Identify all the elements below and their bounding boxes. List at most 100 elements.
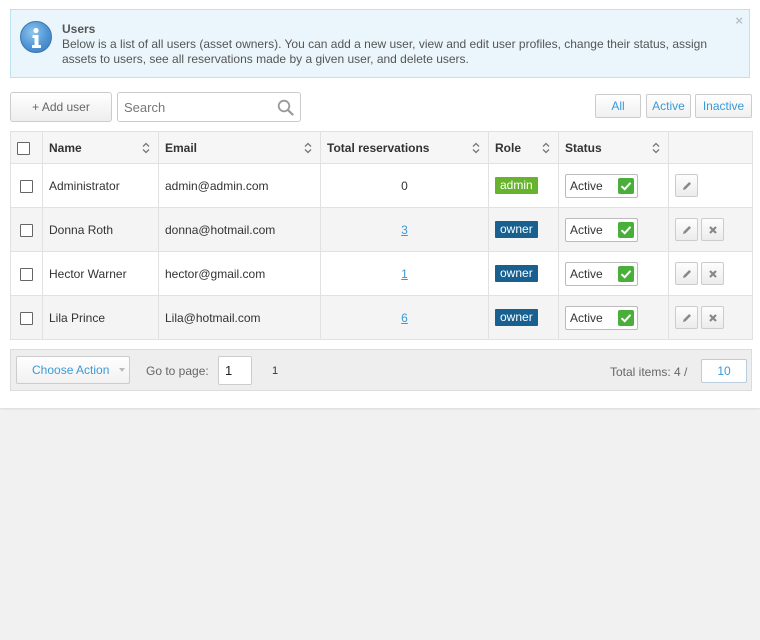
reservations-cell: 3 (320, 207, 489, 252)
row-checkbox[interactable] (20, 223, 33, 237)
user-email: hector@gmail.com (158, 251, 321, 296)
choose-action-dropdown[interactable]: Choose Action (16, 356, 130, 384)
pencil-icon (683, 270, 691, 278)
search-box (117, 92, 301, 122)
role-badge: admin (495, 177, 538, 194)
filter-all-button[interactable]: All (595, 94, 641, 118)
status-label: Active (570, 266, 603, 281)
column-header-reservations[interactable]: Total reservations (320, 131, 489, 164)
pencil-icon (683, 226, 691, 234)
status-cell: Active (558, 207, 669, 252)
total-items-label: Total items: 4 / (610, 365, 688, 379)
select-all-checkbox[interactable] (17, 141, 30, 155)
search-icon[interactable] (277, 99, 294, 119)
user-reservations: 0 (320, 163, 489, 208)
close-icon (709, 270, 717, 278)
role-badge: owner (495, 309, 538, 326)
info-icon (20, 21, 52, 53)
edit-button[interactable] (675, 306, 698, 329)
row-select-cell (10, 163, 43, 208)
user-name: Lila Prince (42, 295, 159, 340)
check-icon (618, 177, 634, 194)
table-row: Hector Warner hector@gmail.com 1 owner A… (10, 251, 753, 296)
column-header-label: Name (49, 140, 82, 155)
per-page-select[interactable]: 10 (701, 359, 747, 383)
status-cell: Active (558, 295, 669, 340)
status-cell: Active (558, 163, 669, 208)
sort-icon (304, 142, 312, 154)
row-checkbox[interactable] (20, 179, 33, 193)
reservations-link[interactable]: 3 (401, 223, 408, 237)
reservations-link[interactable]: 6 (401, 311, 408, 325)
edit-button[interactable] (675, 174, 698, 197)
info-text: Below is a list of all users (asset owne… (62, 37, 708, 66)
table-footer: Choose Action Go to page: 1 Total items:… (10, 349, 752, 391)
role-cell: admin (488, 163, 559, 208)
search-input[interactable] (118, 93, 268, 121)
role-cell: owner (488, 295, 559, 340)
user-email: admin@admin.com (158, 163, 321, 208)
role-badge: owner (495, 265, 538, 282)
goto-page-label: Go to page: (146, 364, 209, 378)
user-name: Administrator (42, 163, 159, 208)
sort-icon (652, 142, 660, 154)
edit-button[interactable] (675, 218, 698, 241)
reservations-cell: 1 (320, 251, 489, 296)
actions-cell (668, 295, 753, 340)
status-select[interactable]: Active (565, 173, 638, 198)
column-header-label: Role (495, 140, 522, 155)
column-header-email[interactable]: Email (158, 131, 321, 164)
table-row: Donna Roth donna@hotmail.com 3 owner Act… (10, 207, 753, 252)
filter-active-button[interactable]: Active (646, 94, 691, 118)
info-box: Users Below is a list of all users (asse… (10, 9, 750, 78)
user-name: Donna Roth (42, 207, 159, 252)
delete-button[interactable] (701, 306, 724, 329)
delete-button[interactable] (701, 262, 724, 285)
status-select[interactable]: Active (565, 217, 638, 242)
role-cell: owner (488, 251, 559, 296)
caret-down-icon (119, 368, 125, 372)
page-link[interactable]: 1 (272, 365, 278, 377)
row-select-cell (10, 251, 43, 296)
goto-page-input[interactable] (218, 356, 252, 385)
edit-button[interactable] (675, 262, 698, 285)
column-header-status[interactable]: Status (558, 131, 669, 164)
reservations-cell: 6 (320, 295, 489, 340)
status-select[interactable]: Active (565, 305, 638, 330)
reservations-link[interactable]: 1 (401, 267, 408, 281)
role-badge: owner (495, 221, 538, 238)
pencil-icon (683, 314, 691, 322)
row-select-cell (10, 207, 43, 252)
sort-icon (472, 142, 480, 154)
check-icon (618, 221, 634, 238)
check-icon (618, 309, 634, 326)
row-checkbox[interactable] (20, 311, 33, 325)
row-select-cell (10, 295, 43, 340)
delete-button[interactable] (701, 218, 724, 241)
select-all-header (10, 131, 43, 164)
row-checkbox[interactable] (20, 267, 33, 281)
table-row: Lila Prince Lila@hotmail.com 6 owner Act… (10, 295, 753, 340)
filter-inactive-button[interactable]: Inactive (695, 94, 752, 118)
close-icon[interactable]: × (735, 14, 743, 28)
status-label: Active (570, 310, 603, 325)
column-header-actions (668, 131, 753, 164)
actions-cell (668, 163, 753, 208)
close-icon (709, 314, 717, 322)
status-label: Active (570, 178, 603, 193)
info-title: Users (62, 22, 96, 36)
status-label: Active (570, 222, 603, 237)
actions-cell (668, 251, 753, 296)
sort-icon (142, 142, 150, 154)
check-icon (618, 265, 634, 282)
table-row: Administrator admin@admin.com 0 admin Ac… (10, 163, 753, 208)
add-user-button[interactable]: + Add user (10, 92, 112, 122)
user-name: Hector Warner (42, 251, 159, 296)
status-select[interactable]: Active (565, 261, 638, 286)
column-header-role[interactable]: Role (488, 131, 559, 164)
column-header-name[interactable]: Name (42, 131, 159, 164)
user-email: donna@hotmail.com (158, 207, 321, 252)
user-email: Lila@hotmail.com (158, 295, 321, 340)
main-panel: Users Below is a list of all users (asse… (0, 0, 760, 408)
sort-icon (542, 142, 550, 154)
